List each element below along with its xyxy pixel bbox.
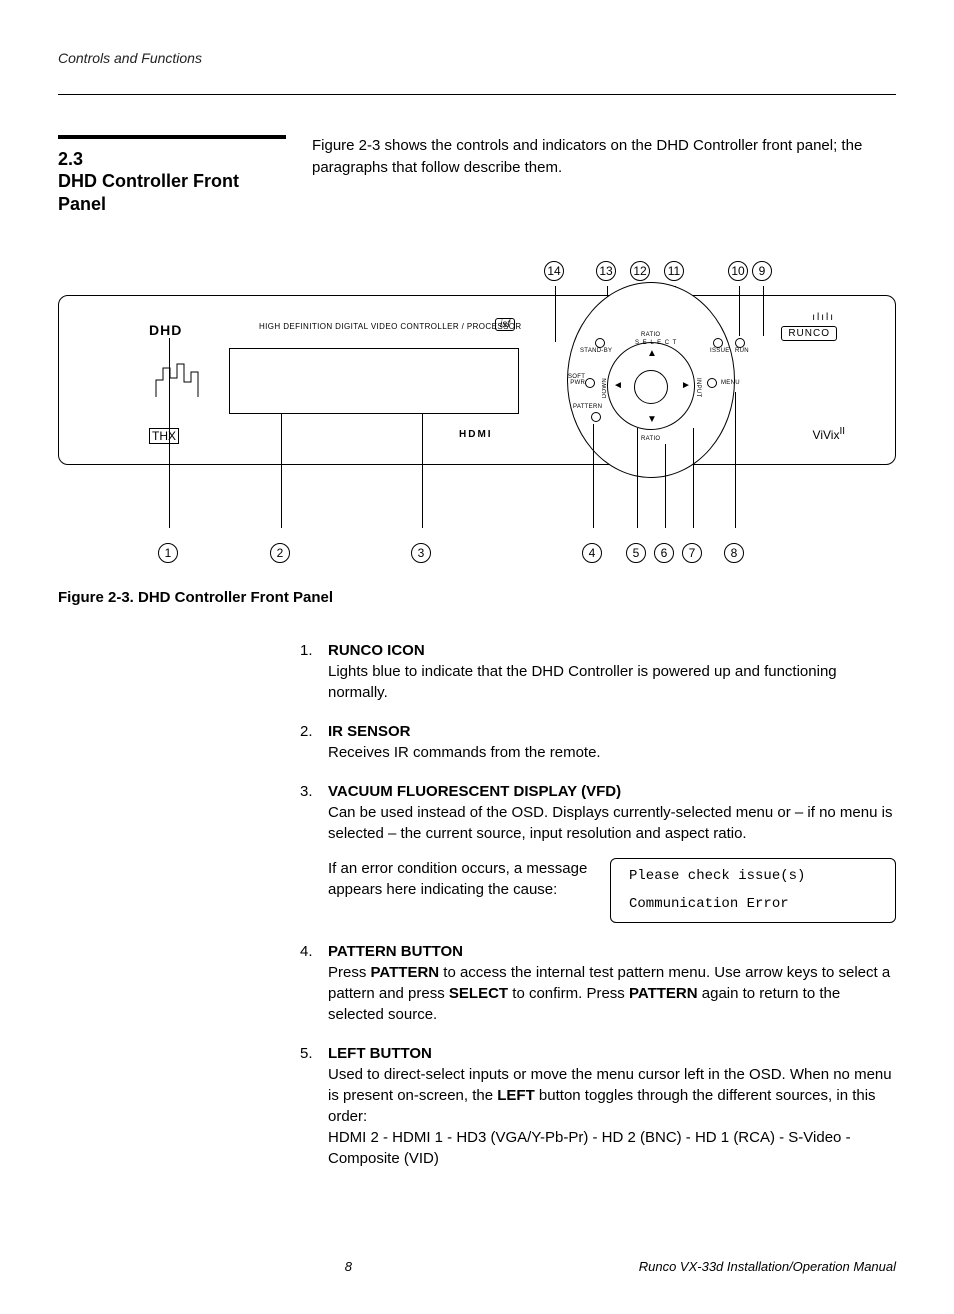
right-arrow-icon: ► bbox=[681, 380, 691, 391]
running-header: Controls and Functions bbox=[58, 50, 896, 66]
thx-badge: THX bbox=[149, 428, 179, 444]
dial-run-label: RUN bbox=[735, 348, 749, 354]
dial-input-label: INPUT bbox=[695, 378, 701, 398]
front-panel-diagram: DHD HIGH DEFINITION DIGITAL VIDEO CONTRO… bbox=[58, 295, 896, 465]
item-2: 2. IR SENSOR Receives IR commands from t… bbox=[328, 721, 896, 763]
callout-13: 13 bbox=[596, 261, 616, 281]
section-heading: 2.3 DHD Controller Front Panel bbox=[58, 135, 286, 215]
callout-5: 5 bbox=[626, 543, 646, 563]
vfd-line-2: Communication Error bbox=[629, 895, 877, 915]
dial-down-label: DOWN bbox=[602, 378, 608, 398]
callout-11: 11 bbox=[664, 261, 684, 281]
section-title: DHD Controller Front Panel bbox=[58, 170, 286, 215]
callout-6: 6 bbox=[654, 543, 674, 563]
dial-issue-label: ISSUE bbox=[710, 348, 730, 354]
dial-standby-label: STAND-BY bbox=[580, 348, 612, 354]
up-arrow-icon: ▲ bbox=[647, 348, 657, 359]
callout-7: 7 bbox=[682, 543, 702, 563]
item-3: 3. VACUUM FLUORESCENT DISPLAY (VFD) Can … bbox=[328, 781, 896, 923]
down-arrow-icon: ▼ bbox=[647, 414, 657, 425]
dhd-logo: DHD bbox=[149, 322, 182, 338]
doc-title-footer: Runco VX-33d Installation/Operation Manu… bbox=[639, 1259, 896, 1274]
vivix-badge: ViVixII bbox=[813, 426, 845, 442]
dial-pattern-label: PATTERN bbox=[573, 404, 602, 410]
callout-14: 14 bbox=[544, 261, 564, 281]
page-number: 8 bbox=[345, 1259, 352, 1274]
vfd-message-box: Please check issue(s) Communication Erro… bbox=[610, 858, 896, 923]
control-dial: ▲ ▼ ◄ ► RATIO S E L E C T STAND-BY SOFT … bbox=[535, 296, 761, 466]
figure-2-3: 14 13 12 11 10 9 DHD HIGH DEFINITION DIG… bbox=[58, 261, 896, 606]
dial-ratio-bottom: RATIO bbox=[641, 436, 660, 442]
item-4-body: Press PATTERN to access the internal tes… bbox=[328, 964, 890, 1023]
vfd-line-1: Please check issue(s) bbox=[629, 867, 877, 887]
hdmi-label: HDMI bbox=[459, 429, 493, 440]
panel-long-label: HIGH DEFINITION DIGITAL VIDEO CONTROLLER… bbox=[259, 322, 522, 331]
item-1: 1. RUNCO ICON Lights blue to indicate th… bbox=[328, 640, 896, 703]
callout-1: 1 bbox=[158, 543, 178, 563]
callout-4: 4 bbox=[582, 543, 602, 563]
dial-select-label: S E L E C T bbox=[635, 340, 677, 346]
dial-softpwr-label: SOFT PWR bbox=[568, 374, 585, 386]
callout-2: 2 bbox=[270, 543, 290, 563]
runco-badge: RUNCO bbox=[781, 326, 837, 341]
header-rule bbox=[58, 94, 896, 95]
callout-3: 3 bbox=[411, 543, 431, 563]
callout-9: 9 bbox=[752, 261, 772, 281]
callout-12: 12 bbox=[630, 261, 650, 281]
section-number: 2.3 bbox=[58, 149, 286, 170]
dial-ratio-label: RATIO bbox=[641, 332, 660, 338]
vfd-rectangle bbox=[229, 348, 519, 414]
item-5: 5. LEFT BUTTON Used to direct-select inp… bbox=[328, 1043, 896, 1169]
definitions: 1. RUNCO ICON Lights blue to indicate th… bbox=[58, 640, 896, 1169]
callout-8: 8 bbox=[724, 543, 744, 563]
ir-sensor-icon bbox=[155, 360, 201, 398]
section-lead: Figure 2-3 shows the controls and indica… bbox=[312, 135, 896, 179]
left-arrow-icon: ◄ bbox=[613, 380, 623, 391]
item-5-body: Used to direct-select inputs or move the… bbox=[328, 1066, 892, 1167]
figure-caption: Figure 2-3. DHD Controller Front Panel bbox=[58, 589, 896, 606]
dial-menu-label: MENU bbox=[721, 380, 740, 386]
isf-badge: isf bbox=[495, 318, 515, 331]
runco-ticks: ılılı bbox=[812, 312, 835, 323]
item-4: 4. PATTERN BUTTON Press PATTERN to acces… bbox=[328, 941, 896, 1025]
callout-10: 10 bbox=[728, 261, 748, 281]
